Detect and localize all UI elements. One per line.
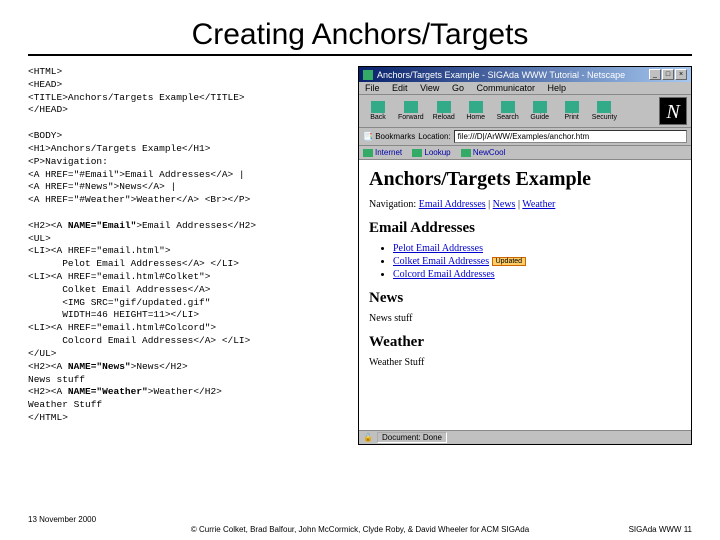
menu-communicator[interactable]: Communicator	[476, 83, 535, 93]
menu-go[interactable]: Go	[452, 83, 464, 93]
window-title: Anchors/Targets Example - SIGAda WWW Tut…	[377, 70, 625, 80]
source-code-block: <HTML> <HEAD> <TITLE>Anchors/Targets Exa…	[28, 66, 348, 445]
security-button[interactable]: Security	[589, 100, 620, 122]
list-item: Colcord Email Addresses	[393, 269, 681, 280]
nav-link-email[interactable]: Email Addresses	[419, 199, 486, 210]
menu-help[interactable]: Help	[548, 83, 567, 93]
menubar: File Edit View Go Communicator Help	[359, 82, 691, 95]
section-weather-heading: Weather	[369, 334, 681, 351]
link-pelot[interactable]: Pelot Email Addresses	[393, 243, 483, 254]
quicklink-lookup[interactable]: Lookup	[412, 148, 450, 157]
browser-mock: Anchors/Targets Example - SIGAda WWW Tut…	[358, 66, 692, 445]
quicklinks-bar: Internet Lookup NewCool	[359, 146, 691, 160]
guide-button[interactable]: Guide	[525, 100, 555, 122]
forward-icon	[404, 101, 418, 113]
page-heading: Anchors/Targets Example	[369, 168, 681, 191]
quicklink-internet[interactable]: Internet	[363, 148, 402, 157]
list-item: Pelot Email Addresses	[393, 243, 681, 254]
back-icon	[371, 101, 385, 113]
news-body: News stuff	[369, 313, 681, 324]
footer-pageref: SIGAda WWW 11	[629, 525, 692, 534]
security-icon	[597, 101, 611, 113]
status-bar: 🔓 Document: Done	[359, 430, 691, 444]
home-button[interactable]: Home	[461, 100, 491, 122]
forward-button[interactable]: Forward	[395, 100, 427, 122]
back-button[interactable]: Back	[363, 100, 393, 122]
rendered-page: Anchors/Targets Example Navigation: Emai…	[359, 160, 691, 430]
menu-edit[interactable]: Edit	[392, 83, 408, 93]
nav-link-weather[interactable]: Weather	[522, 199, 555, 210]
section-news-heading: News	[369, 290, 681, 307]
footer-copyright: © Currie Colket, Brad Balfour, John McCo…	[0, 525, 720, 534]
search-icon	[501, 101, 515, 113]
link-colcord[interactable]: Colcord Email Addresses	[393, 269, 495, 280]
slide-footer: 13 November 2000 © Currie Colket, Brad B…	[0, 525, 720, 534]
print-button[interactable]: Print	[557, 100, 587, 122]
guide-icon	[533, 101, 547, 113]
menu-file[interactable]: File	[365, 83, 380, 93]
footer-date: 13 November 2000	[28, 515, 96, 524]
search-button[interactable]: Search	[493, 100, 523, 122]
menu-view[interactable]: View	[420, 83, 439, 93]
home-icon	[469, 101, 483, 113]
link-colket[interactable]: Colket Email Addresses	[393, 256, 489, 267]
slide-title: Creating Anchors/Targets	[28, 0, 692, 56]
app-icon	[363, 70, 373, 80]
close-button[interactable]: ×	[675, 69, 687, 80]
page-nav: Navigation: Email Addresses | News | Wea…	[369, 199, 681, 210]
email-list: Pelot Email Addresses Colket Email Addre…	[393, 243, 681, 280]
reload-icon	[437, 101, 451, 113]
status-text: Document: Done	[377, 432, 447, 443]
netscape-logo-icon: N	[659, 97, 687, 125]
minimize-button[interactable]: _	[649, 69, 661, 80]
location-bar: 📑 Bookmarks Location: file:///D|/ArWW/Ex…	[359, 128, 691, 146]
updated-badge-icon: Updated	[492, 257, 526, 266]
bookmarks-button[interactable]: 📑 Bookmarks	[363, 132, 415, 141]
window-titlebar: Anchors/Targets Example - SIGAda WWW Tut…	[359, 67, 691, 82]
list-item: Colket Email Addresses Updated	[393, 256, 681, 267]
location-input[interactable]: file:///D|/ArWW/Examples/anchor.htm	[454, 130, 687, 143]
section-email-heading: Email Addresses	[369, 220, 681, 237]
status-lock-icon: 🔓	[363, 433, 373, 442]
nav-link-news[interactable]: News	[493, 199, 516, 210]
maximize-button[interactable]: □	[662, 69, 674, 80]
toolbar: Back Forward Reload Home Search Guide Pr…	[359, 95, 691, 128]
location-label: Location:	[418, 132, 450, 141]
quicklink-newcool[interactable]: NewCool	[461, 148, 505, 157]
weather-body: Weather Stuff	[369, 357, 681, 368]
reload-button[interactable]: Reload	[429, 100, 459, 122]
print-icon	[565, 101, 579, 113]
